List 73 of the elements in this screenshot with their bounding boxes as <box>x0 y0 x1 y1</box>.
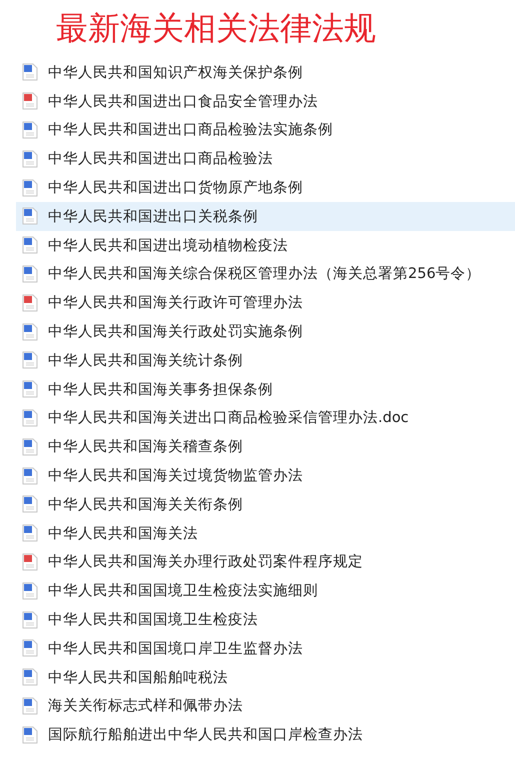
file-row[interactable]: 中华人民共和国国境卫生检疫法 <box>16 605 515 634</box>
pdf-file-icon <box>22 294 38 312</box>
file-name: 中华人民共和国海关行政许可管理办法 <box>48 294 303 312</box>
file-row[interactable]: 中华人民共和国海关进出口商品检验采信管理办法.doc <box>16 404 515 432</box>
file-row[interactable]: 中华人民共和国海关行政许可管理办法 <box>16 288 515 318</box>
file-name: 中华人民共和国海关关衔条例 <box>48 496 243 514</box>
word-file-icon <box>22 726 38 744</box>
word-file-icon <box>22 668 38 686</box>
file-name: 海关关衔标志式样和佩带办法 <box>48 697 243 716</box>
file-name: 中华人民共和国国境卫生检疫法 <box>48 610 258 630</box>
file-row[interactable]: 中华人民共和国海关办理行政处罚案件程序规定 <box>16 548 515 576</box>
file-row[interactable]: 中华人民共和国进出口商品检验法实施条例 <box>16 116 515 144</box>
file-row[interactable]: 中华人民共和国海关法 <box>16 518 515 548</box>
file-row[interactable]: 海关关衔标志式样和佩带办法 <box>16 692 515 720</box>
word-file-icon <box>22 524 38 542</box>
file-row[interactable]: 中华人民共和国进出境动植物检疫法 <box>16 230 515 260</box>
file-name: 中华人民共和国海关事务担保条例 <box>48 380 273 399</box>
word-file-icon <box>22 438 38 456</box>
file-row[interactable]: 中华人民共和国国境口岸卫生监督办法 <box>16 634 515 663</box>
file-name: 中华人民共和国进出口关税条例 <box>48 208 258 226</box>
file-row[interactable]: 中华人民共和国进出口商品检验法 <box>16 144 515 174</box>
word-file-icon <box>22 582 38 600</box>
word-file-icon <box>22 150 38 168</box>
file-name: 中华人民共和国海关法 <box>48 524 198 543</box>
file-row[interactable]: 中华人民共和国海关行政处罚实施条例 <box>16 317 515 346</box>
file-name: 中华人民共和国海关过境货物监管办法 <box>48 466 303 486</box>
file-name: 中华人民共和国国境卫生检疫法实施细则 <box>48 582 318 600</box>
file-name: 中华人民共和国国境口岸卫生监督办法 <box>48 640 303 658</box>
word-file-icon <box>22 120 38 139</box>
word-file-icon <box>22 639 38 658</box>
file-row[interactable]: 中华人民共和国海关稽查条例 <box>16 432 515 462</box>
file-row[interactable]: 中华人民共和国进出口食品安全管理办法 <box>16 86 515 116</box>
word-file-icon <box>22 236 38 254</box>
word-file-icon <box>22 322 38 341</box>
file-name: 中华人民共和国海关行政处罚实施条例 <box>48 322 303 342</box>
word-file-icon <box>22 351 38 370</box>
file-name: 中华人民共和国船舶吨税法 <box>48 668 228 687</box>
word-file-icon <box>22 380 38 398</box>
file-name: 中华人民共和国进出口货物原产地条例 <box>48 179 303 198</box>
file-name: 国际航行船舶进出中华人民共和国口岸检查办法 <box>48 726 363 744</box>
file-row[interactable]: 中华人民共和国国境卫生检疫法实施细则 <box>16 576 515 606</box>
file-name: 中华人民共和国海关综合保税区管理办法（海关总署第256号令） <box>48 265 481 284</box>
file-name: 中华人民共和国进出口商品检验法实施条例 <box>48 120 333 140</box>
word-file-icon <box>22 178 38 197</box>
file-row[interactable]: 中华人民共和国进出口关税条例 <box>16 202 515 231</box>
file-row[interactable]: 中华人民共和国知识产权海关保护条例 <box>16 58 515 87</box>
word-file-icon <box>22 495 38 514</box>
pdf-file-icon <box>22 552 38 571</box>
file-name: 中华人民共和国海关统计条例 <box>48 352 243 370</box>
file-row[interactable]: 中华人民共和国海关过境货物监管办法 <box>16 461 515 490</box>
file-name: 中华人民共和国进出口食品安全管理办法 <box>48 92 318 111</box>
word-file-icon <box>22 408 38 427</box>
file-row[interactable]: 中华人民共和国进出口货物原产地条例 <box>16 173 515 202</box>
pdf-file-icon <box>22 92 38 110</box>
word-file-icon <box>22 466 38 485</box>
file-row[interactable]: 中华人民共和国海关综合保税区管理办法（海关总署第256号令） <box>16 260 515 288</box>
file-row[interactable]: 中华人民共和国海关事务担保条例 <box>16 374 515 404</box>
file-row[interactable]: 中华人民共和国海关统计条例 <box>16 346 515 375</box>
file-name: 中华人民共和国进出境动植物检疫法 <box>48 236 288 255</box>
word-file-icon <box>22 207 38 226</box>
file-row[interactable]: 中华人民共和国船舶吨税法 <box>16 662 515 692</box>
file-name: 中华人民共和国海关稽查条例 <box>48 438 243 456</box>
file-name: 中华人民共和国进出口商品检验法 <box>48 150 273 168</box>
file-name: 中华人民共和国知识产权海关保护条例 <box>48 64 303 82</box>
word-file-icon <box>22 610 38 629</box>
word-file-icon <box>22 696 38 715</box>
word-file-icon <box>22 63 38 82</box>
file-row[interactable]: 中华人民共和国海关关衔条例 <box>16 490 515 519</box>
word-file-icon <box>22 264 38 283</box>
file-row[interactable]: 国际航行船舶进出中华人民共和国口岸检查办法 <box>16 720 515 750</box>
page-title: 最新海关相关法律法规 <box>55 8 377 49</box>
file-name: 中华人民共和国海关进出口商品检验采信管理办法.doc <box>48 408 409 428</box>
file-name: 中华人民共和国海关办理行政处罚案件程序规定 <box>48 552 363 572</box>
